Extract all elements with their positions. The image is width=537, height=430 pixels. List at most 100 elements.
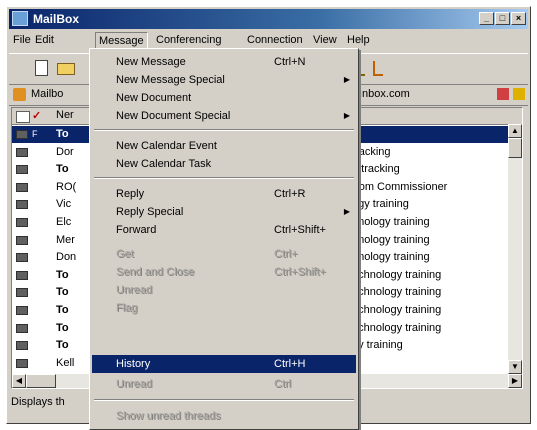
menu-item-flag[interactable]: Flag (92, 299, 356, 317)
scroll-left-button[interactable]: ◀ (12, 374, 26, 388)
row-subject: from Commissioner (352, 180, 448, 193)
row-from: Vic (56, 198, 72, 211)
menu-separator (94, 129, 354, 131)
menu-item-shortcut: Ctrl+ (274, 248, 298, 260)
menu-edit[interactable]: Edit (35, 34, 54, 46)
menu-item-new-message[interactable]: New Message Ctrl+N (92, 53, 356, 71)
row-from: To (56, 268, 69, 281)
row-subject: hnology training (352, 251, 430, 264)
name-column-header[interactable]: Ner (56, 109, 74, 121)
submenu-arrow-icon: ▶ (343, 207, 350, 216)
menu-item-label: Unread (116, 378, 153, 390)
message-envelope-icon (16, 341, 28, 351)
row-subject: echnology training (352, 286, 442, 299)
menu-item-shortcut: Ctrl+Shift+ (274, 266, 326, 278)
maximize-button[interactable]: □ (495, 12, 510, 25)
flag-column-header[interactable]: ✓ (32, 109, 41, 122)
scroll-down-button[interactable]: ▼ (508, 360, 522, 374)
message-envelope-icon (16, 130, 28, 139)
menu-item-label: Unread (116, 284, 153, 296)
menu-item-label: Reply Special (116, 206, 184, 218)
minimize-button[interactable]: _ (479, 12, 494, 25)
menu-item-shortcut: Ctrl (274, 378, 292, 390)
folder-icon (57, 63, 75, 75)
scroll-up-button[interactable]: ▲ (508, 124, 522, 138)
row-subject: echnology training (352, 268, 442, 281)
message-envelope-icon (16, 200, 28, 210)
menu-item-reply-special[interactable]: Reply Special ▶ (92, 203, 356, 221)
document-icon (35, 60, 48, 76)
menu-item-label: New Message Special (116, 74, 225, 86)
menu-item-label: New Document (116, 92, 192, 104)
menu-item-unread-2[interactable]: Unread Ctrl (92, 375, 356, 393)
row-from: Dor (56, 145, 74, 158)
row-subject: d tracking (352, 163, 400, 176)
message-envelope-icon (16, 270, 28, 280)
close-button[interactable]: × (511, 12, 526, 25)
scroll-thumb[interactable] (508, 138, 522, 158)
row-subject: echnology training (352, 321, 442, 334)
row-from: To (56, 163, 69, 176)
submenu-arrow-icon: ▶ (343, 111, 350, 120)
menu-item-new-calendar-event[interactable]: New Calendar Event (92, 137, 356, 155)
title-bar: MailBox _ □ × (9, 9, 528, 29)
menu-item-reply[interactable]: Reply Ctrl+R (92, 185, 356, 203)
menu-item-new-document[interactable]: New Document (92, 89, 356, 107)
menu-item-label: Send and Close (116, 266, 195, 278)
message-envelope-icon (16, 358, 28, 368)
menu-item-label: Reply (116, 188, 145, 200)
row-from: To (56, 339, 69, 352)
menu-file[interactable]: File (13, 34, 31, 46)
row-from: Kell (56, 356, 75, 369)
menu-help[interactable]: Help (347, 34, 370, 46)
menu-item-show-unread-threads[interactable]: Show unread threads (92, 407, 356, 425)
message-envelope-icon (16, 253, 28, 263)
mailbox-icon (13, 88, 26, 101)
menu-separator (94, 177, 354, 179)
row-subject: hnology training (352, 216, 430, 228)
menu-item-new-document-special[interactable]: New Document Special ▶ (92, 107, 356, 125)
menu-item-label: New Calendar Task (116, 158, 212, 170)
row-from: Mer (56, 233, 75, 246)
mailbox-app-icon (12, 11, 28, 26)
folder-location: Inbox.com (359, 88, 410, 100)
menu-connection[interactable]: Connection (247, 34, 303, 46)
scroll-right-button[interactable]: ▶ (508, 374, 522, 388)
hscroll-thumb[interactable] (26, 374, 56, 388)
format-icon (373, 61, 383, 76)
menu-item-shortcut: Ctrl+H (274, 358, 306, 370)
row-subject: hnology training (352, 233, 430, 246)
open-folder-tool[interactable] (55, 58, 77, 78)
message-envelope-icon (16, 288, 28, 298)
message-envelope-icon (16, 323, 28, 333)
menu-item-unread[interactable]: Unread (92, 281, 356, 299)
row-from: To (56, 128, 69, 140)
menu-item-get[interactable]: Get Ctrl+ (92, 245, 356, 263)
new-document-tool[interactable] (31, 58, 53, 78)
row-from: Don (56, 251, 77, 264)
flag-marker: F (32, 129, 38, 139)
status-text: Displays th (11, 396, 65, 408)
format-tool[interactable] (367, 58, 389, 78)
message-envelope-icon (16, 147, 28, 157)
menu-view[interactable]: View (313, 34, 337, 46)
menu-item-new-calendar-task[interactable]: New Calendar Task (92, 155, 356, 173)
menu-item-send-and-close[interactable]: Send and Close Ctrl+Shift+ (92, 263, 356, 281)
menu-item-forward[interactable]: Forward Ctrl+Shift+ (92, 221, 356, 239)
menu-item-label: History (116, 358, 151, 370)
attachment-icon[interactable] (513, 88, 525, 100)
icon-column-header[interactable] (16, 111, 30, 123)
mail-icon[interactable] (497, 88, 509, 100)
row-subject: ogy training (352, 198, 409, 211)
menu-item-label: Flag (116, 302, 138, 314)
menu-item-label: New Message (116, 56, 186, 68)
message-envelope-icon (16, 306, 28, 315)
message-envelope-icon (16, 218, 28, 227)
menu-item-history[interactable]: History Ctrl+H (92, 355, 356, 373)
row-subject: echnology training (352, 304, 442, 316)
menu-conferencing[interactable]: Conferencing (156, 34, 221, 46)
menu-item-new-message-special[interactable]: New Message Special ▶ (92, 71, 356, 89)
message-menu-dropdown: New Message Ctrl+N New Message Special ▶… (89, 48, 359, 430)
vertical-scrollbar[interactable]: ▲ ▼ (508, 124, 522, 374)
menu-item-shortcut: Ctrl+N (274, 56, 306, 68)
